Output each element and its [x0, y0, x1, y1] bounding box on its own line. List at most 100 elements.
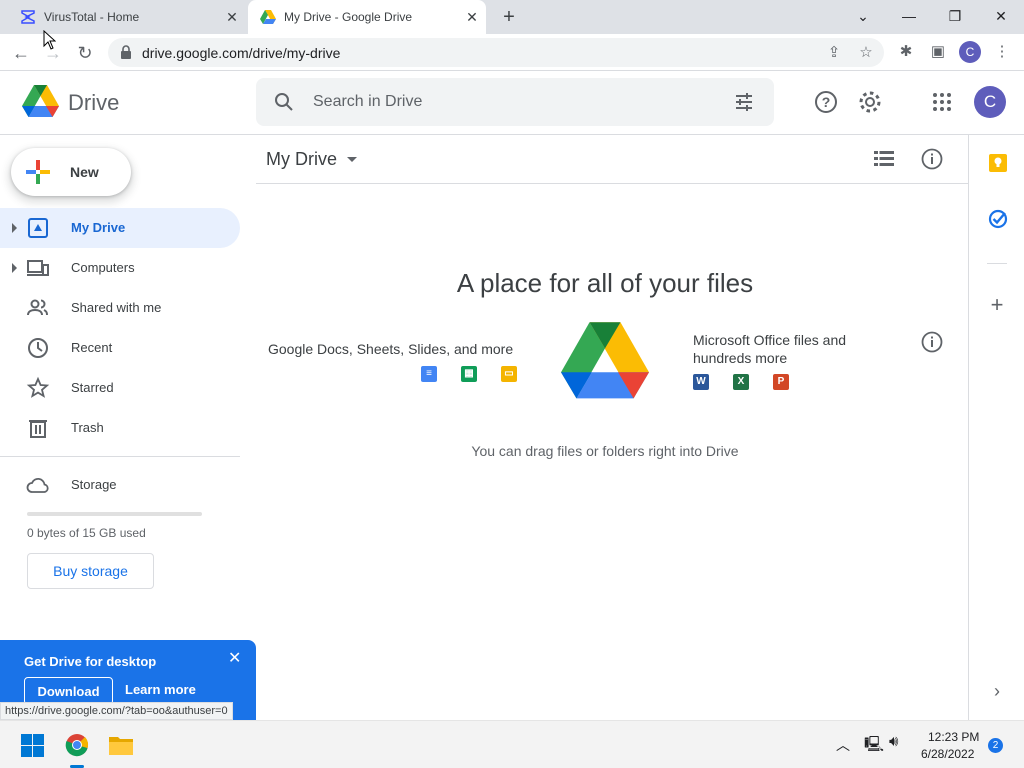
drive-favicon-icon — [260, 10, 276, 24]
side-panel-icon[interactable]: ▣ — [928, 42, 948, 62]
clock-icon — [28, 338, 48, 358]
sidebar-item-trash[interactable]: Trash — [0, 408, 240, 448]
bookmark-star-icon[interactable]: ☆ — [856, 43, 876, 63]
expand-arrow-icon[interactable] — [12, 263, 17, 273]
search-icon[interactable] — [274, 92, 294, 112]
mouse-cursor-icon — [43, 30, 56, 50]
powerpoint-icon: P — [773, 374, 789, 390]
cloud-icon — [26, 477, 49, 493]
windows-start-icon[interactable] — [21, 734, 44, 757]
tab-google-drive[interactable]: My Drive - Google Drive ✕ — [248, 0, 486, 34]
lock-icon — [121, 45, 131, 59]
sidebar-item-label: Shared with me — [71, 300, 162, 315]
volume-icon[interactable]: 🔊︎ — [889, 733, 898, 750]
share-icon[interactable]: ⇪ — [824, 43, 844, 63]
shared-icon — [27, 299, 48, 316]
chevron-down-icon[interactable] — [347, 157, 357, 162]
docs-text: Google Docs, Sheets, Slides, and more — [268, 341, 514, 357]
sidebar-item-label: Trash — [71, 420, 104, 435]
excel-icon: X — [733, 374, 749, 390]
learn-more-link[interactable]: Learn more — [125, 682, 196, 697]
back-button[interactable]: ← — [8, 40, 34, 66]
svg-text:?: ? — [822, 94, 831, 110]
sidebar-item-storage[interactable]: Storage — [0, 465, 240, 505]
browser-toolbar: ← → ↻ drive.google.com/drive/my-drive ⇪ … — [0, 34, 1024, 71]
sidebar-item-label: My Drive — [71, 220, 126, 235]
drag-hint-text: You can drag files or folders right into… — [471, 443, 739, 459]
tab-title: My Drive - Google Drive — [284, 10, 413, 24]
sidebar-item-recent[interactable]: Recent — [0, 328, 240, 368]
close-window-button[interactable]: ✕ — [986, 4, 1016, 28]
expand-arrow-icon[interactable] — [12, 223, 17, 233]
help-icon[interactable]: ? — [814, 90, 838, 114]
sidebar-item-shared-with-me[interactable]: Shared with me — [0, 288, 240, 328]
close-tab-icon[interactable]: ✕ — [224, 9, 240, 25]
new-button-label: New — [70, 164, 99, 180]
drive-illustration-icon — [561, 322, 649, 399]
list-view-icon[interactable] — [874, 150, 894, 168]
sidebar-item-my-drive[interactable]: My Drive — [0, 208, 240, 248]
menu-icon[interactable]: ⋮ — [992, 42, 1012, 62]
slides-icon: ▭ — [501, 366, 517, 382]
trash-icon — [29, 420, 47, 438]
browser-profile-avatar[interactable]: C — [959, 41, 981, 63]
clock-date[interactable]: 6/28/2022 — [921, 747, 974, 761]
side-panel: + › — [968, 135, 1024, 720]
network-icon[interactable]: 🖳 — [864, 734, 884, 759]
apps-grid-icon[interactable] — [930, 90, 954, 114]
info-icon[interactable] — [921, 148, 943, 170]
sidebar-item-label: Starred — [71, 380, 114, 395]
url-text: drive.google.com/drive/my-drive — [142, 45, 341, 61]
keep-icon[interactable] — [988, 153, 1008, 173]
account-avatar[interactable]: C — [974, 86, 1006, 118]
tab-title: VirusTotal - Home — [44, 10, 140, 24]
my-drive-icon — [28, 218, 48, 238]
star-icon — [26, 376, 50, 398]
sidebar-divider — [0, 456, 240, 457]
tab-search-icon[interactable]: ⌄ — [848, 4, 878, 28]
close-tab-icon[interactable]: ✕ — [464, 9, 480, 25]
close-icon[interactable]: ✕ — [228, 648, 241, 668]
panel-divider — [987, 263, 1007, 264]
clock-time[interactable]: 12:23 PM — [928, 730, 979, 744]
reload-button[interactable]: ↻ — [72, 40, 98, 66]
sidebar-item-computers[interactable]: Computers — [0, 248, 240, 288]
main-divider — [256, 183, 968, 184]
minimize-button[interactable]: — — [894, 4, 924, 28]
settings-gear-icon[interactable] — [858, 90, 882, 114]
browser-tab-strip: VirusTotal - Home ✕ My Drive - Google Dr… — [0, 0, 1024, 34]
office-text: Microsoft Office files and hundreds more — [693, 332, 847, 366]
plus-icon — [26, 160, 50, 184]
restore-button[interactable]: ❐ — [940, 4, 970, 28]
new-button[interactable]: New — [11, 148, 131, 196]
status-bar-url: https://drive.google.com/?tab=oo&authuse… — [0, 702, 233, 720]
chrome-icon[interactable] — [65, 733, 89, 757]
file-explorer-icon[interactable] — [108, 734, 134, 756]
sidebar-item-starred[interactable]: Starred — [0, 368, 240, 408]
address-bar[interactable]: drive.google.com/drive/my-drive ⇪ ☆ — [108, 38, 884, 67]
chevron-right-icon[interactable]: › — [987, 681, 1007, 701]
word-icon: W — [693, 374, 709, 390]
page-title[interactable]: My Drive — [266, 149, 337, 170]
download-button[interactable]: Download — [24, 677, 113, 705]
search-input[interactable]: Search in Drive — [313, 93, 422, 111]
virustotal-icon — [21, 10, 35, 24]
tasks-icon[interactable] — [988, 209, 1008, 229]
drive-logo-icon[interactable] — [22, 85, 59, 118]
computers-icon — [27, 260, 49, 276]
storage-used-text: 0 bytes of 15 GB used — [27, 526, 146, 540]
promo-title: Get Drive for desktop — [24, 654, 157, 669]
notification-badge[interactable]: 2 — [988, 738, 1003, 753]
chevron-up-icon[interactable]: ︿ — [836, 735, 850, 755]
drive-header: Drive Search in Drive ? C — [0, 72, 1024, 135]
app-name[interactable]: Drive — [68, 90, 119, 116]
add-addon-icon[interactable]: + — [987, 294, 1007, 316]
tab-virustotal[interactable]: VirusTotal - Home ✕ — [8, 0, 246, 34]
buy-storage-button[interactable]: Buy storage — [27, 553, 154, 589]
search-bar[interactable]: Search in Drive — [256, 78, 774, 126]
storage-progress-bar — [27, 512, 202, 516]
search-options-icon[interactable] — [734, 92, 754, 112]
extensions-icon[interactable]: ✱ — [896, 42, 916, 62]
info-icon[interactable] — [921, 331, 943, 353]
new-tab-button[interactable]: + — [498, 6, 520, 28]
